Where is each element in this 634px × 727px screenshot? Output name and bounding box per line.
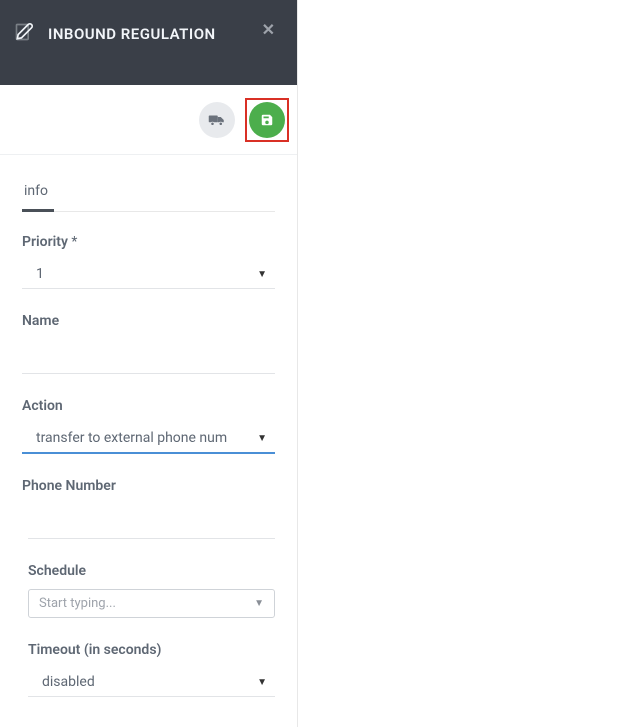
field-timeout: Timeout (in seconds) disabled ▼ (22, 642, 275, 697)
chevron-down-icon: ▼ (257, 433, 267, 444)
action-label: Action (22, 398, 275, 414)
save-button[interactable] (249, 102, 285, 138)
name-label: Name (22, 313, 275, 329)
schedule-label: Schedule (28, 563, 275, 579)
edit-icon (14, 22, 34, 46)
priority-value: 1 (36, 266, 44, 282)
save-button-highlight (245, 98, 289, 142)
schedule-placeholder: Start typing... (39, 596, 116, 611)
toolbar (0, 85, 297, 155)
tab-info[interactable]: info (22, 175, 54, 212)
name-input[interactable] (22, 339, 275, 374)
field-name: Name (22, 313, 275, 374)
chevron-down-icon: ▼ (257, 269, 267, 280)
tabs: info (22, 175, 275, 212)
phone-number-label: Phone Number (22, 478, 275, 494)
close-button[interactable]: ✕ (262, 22, 275, 38)
action-value: transfer to external phone num (36, 430, 227, 446)
action-select[interactable]: transfer to external phone num ▼ (22, 424, 275, 454)
timeout-select[interactable]: disabled ▼ (28, 668, 275, 697)
priority-label: Priority (22, 234, 275, 250)
field-action: Action transfer to external phone num ▼ (22, 398, 275, 454)
phone-number-input[interactable] (28, 504, 275, 539)
inbound-regulation-panel: INBOUND REGULATION ✕ info Priority (0, 0, 298, 727)
field-schedule: Schedule Start typing... ▼ (22, 563, 275, 618)
panel-title: INBOUND REGULATION (48, 25, 216, 43)
schedule-combo[interactable]: Start typing... ▼ (28, 589, 275, 618)
form-content: info Priority 1 ▼ Name Action transfer t… (0, 155, 297, 697)
panel-header: INBOUND REGULATION ✕ (0, 0, 297, 85)
priority-select[interactable]: 1 ▼ (22, 260, 275, 289)
chevron-down-icon: ▼ (257, 677, 267, 688)
field-phone-number: Phone Number (22, 478, 275, 539)
field-priority: Priority 1 ▼ (22, 234, 275, 289)
truck-button[interactable] (199, 102, 235, 138)
timeout-label: Timeout (in seconds) (28, 642, 275, 658)
timeout-value: disabled (42, 674, 95, 690)
chevron-down-icon: ▼ (254, 598, 264, 609)
